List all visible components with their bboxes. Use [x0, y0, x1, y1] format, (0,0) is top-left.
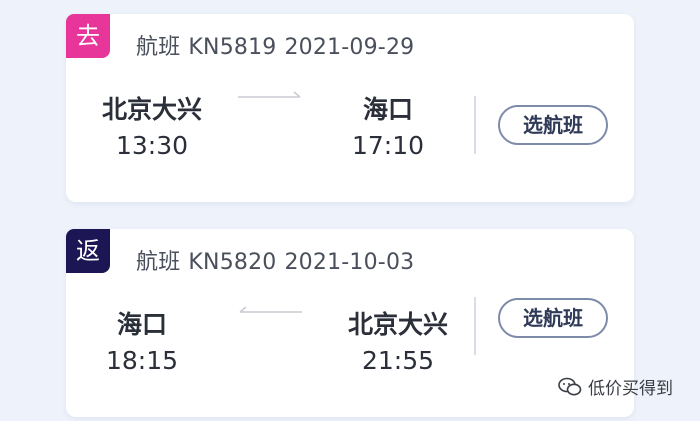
flight-number: KN5819 — [188, 35, 277, 60]
arrival-time: 17:10 — [351, 131, 425, 160]
flight-label: 航班 — [136, 35, 181, 60]
watermark-text: 低价买得到 — [588, 379, 673, 399]
departure-city: 北京大兴 — [101, 95, 202, 124]
arrival-city: 海口 — [362, 95, 413, 124]
divider — [474, 297, 476, 355]
return-flight-card: 返 航班 KN5820 2021-10-03 海口 18:15 北京大兴 21:55… — [66, 229, 634, 417]
flight-label: 航班 — [136, 250, 181, 275]
arrival-time: 21:55 — [361, 346, 435, 375]
flight-number: KN5820 — [188, 250, 277, 275]
outbound-badge: 去 — [66, 14, 110, 58]
arrival-city: 北京大兴 — [347, 310, 448, 339]
select-flight-button[interactable]: 选航班 — [498, 105, 608, 145]
left-arrow-icon — [239, 306, 302, 313]
divider — [474, 96, 476, 154]
return-flight-info: 航班 KN5820 2021-10-03 — [136, 244, 422, 276]
outbound-flight-info: 航班 KN5819 2021-09-29 — [136, 29, 422, 61]
departure-time: 13:30 — [115, 131, 189, 160]
wechat-icon — [558, 377, 582, 395]
outbound-flight-card: 去 航班 KN5819 2021-09-29 北京大兴 13:30 海口 17:10… — [66, 14, 634, 202]
flight-date: 2021-10-03 — [284, 250, 415, 275]
flight-date: 2021-09-29 — [284, 35, 415, 60]
right-arrow-icon — [238, 91, 301, 98]
return-badge: 返 — [66, 229, 110, 273]
watermark: 低价买得到 — [558, 374, 673, 399]
departure-city: 海口 — [116, 310, 167, 339]
departure-time: 18:15 — [105, 346, 179, 375]
select-flight-button[interactable]: 选航班 — [498, 298, 608, 338]
